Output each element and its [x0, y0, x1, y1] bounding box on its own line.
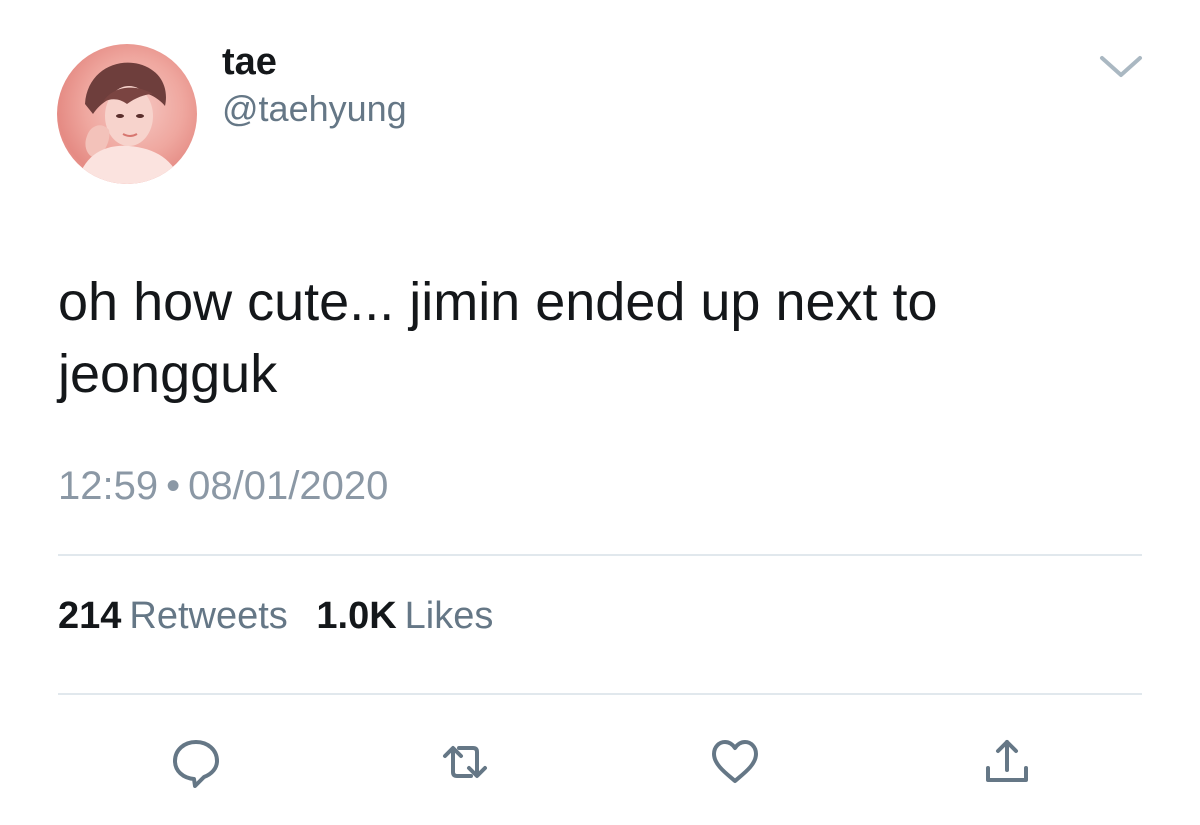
share-icon — [986, 740, 1028, 782]
retweets-label: Retweets — [129, 595, 288, 637]
tweet-time: 12:59 — [58, 464, 159, 508]
tweet-text: oh how cute... jimin ended up next to je… — [58, 272, 938, 404]
share-button[interactable] — [979, 734, 1035, 790]
like-button[interactable] — [707, 734, 763, 790]
more-options-button[interactable] — [1098, 50, 1144, 82]
reply-button[interactable] — [168, 734, 224, 790]
tweet-timestamp[interactable]: 12:59 • 08/01/2020 — [58, 462, 388, 510]
chevron-down-icon — [1100, 56, 1142, 77]
retweets-stat[interactable]: 214 Retweets — [58, 593, 288, 639]
avatar[interactable] — [57, 44, 197, 184]
tweet-date: 08/01/2020 — [188, 464, 389, 508]
likes-stat[interactable]: 1.0K Likes — [316, 593, 493, 639]
retweet-icon — [443, 746, 487, 778]
display-name[interactable]: tae — [222, 40, 277, 84]
divider — [58, 554, 1142, 556]
avatar-photo-icon — [77, 62, 181, 184]
tweet-card: tae @taehyung oh how cute... jimin ended… — [0, 0, 1200, 825]
tweet-stats: 214 Retweets 1.0K Likes — [58, 593, 493, 639]
retweets-count: 214 — [58, 595, 122, 637]
like-icon — [712, 740, 758, 783]
meta-separator: • — [166, 464, 181, 508]
likes-label: Likes — [404, 595, 494, 637]
user-handle[interactable]: @taehyung — [222, 88, 407, 130]
likes-count: 1.0K — [316, 595, 397, 637]
reply-icon — [173, 740, 219, 788]
divider — [58, 693, 1142, 695]
retweet-button[interactable] — [437, 734, 493, 790]
